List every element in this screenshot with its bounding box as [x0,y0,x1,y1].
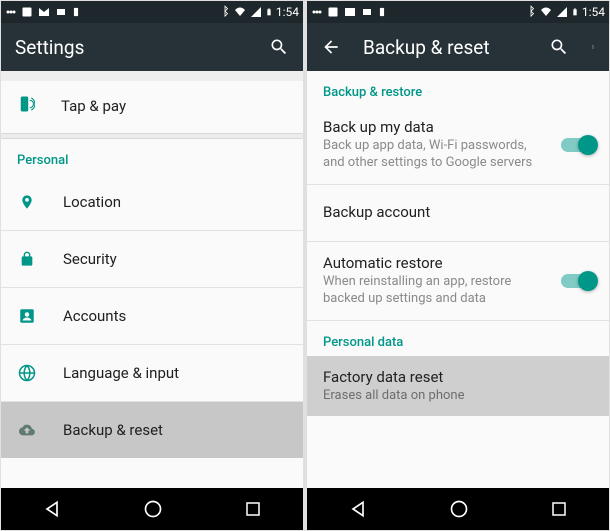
label: Accounts [63,307,126,325]
page-title: Settings [15,36,247,59]
back-arrow-icon[interactable] [321,37,341,57]
home-button[interactable] [143,499,163,519]
tap-pay-icon [17,95,35,117]
signal-icon [556,6,568,18]
phone-icon [377,5,387,19]
section-personal: Personal [1,139,303,174]
sublabel: Erases all data on phone [323,388,520,405]
label: Backup account [323,203,430,221]
notif-icon [311,6,323,18]
overflow-icon[interactable] [591,38,595,56]
status-time: 1:54 [276,5,299,19]
notif-icon [5,6,17,18]
settings-screen: 1:54 Settings Tap & pay Personal Locatio… [1,1,303,530]
label: Backup & reset [63,421,163,439]
globe-icon [17,364,37,382]
backup-icon [17,422,37,438]
gmail-icon [361,6,373,18]
battery-icon [265,5,273,19]
nav-bar [1,488,303,530]
list-item-backup-reset[interactable]: Backup & reset [1,402,303,458]
label: Factory data reset [323,368,443,386]
section-personal-data: Personal data [307,321,609,356]
backup-data-switch[interactable] [561,138,595,152]
image-icon [327,6,339,18]
lock-icon [17,249,37,269]
battery-icon [571,5,579,19]
phone-icon [71,5,81,19]
home-button[interactable] [449,499,469,519]
section-backup-restore: Backup & restore [307,71,609,106]
auto-restore-switch[interactable] [561,274,595,288]
label: Security [63,250,117,268]
recents-button[interactable] [244,500,262,518]
list-item-tap-pay[interactable]: Tap & pay [1,81,303,131]
item-auto-restore[interactable]: Automatic restore When reinstalling an a… [307,242,609,320]
list-item-language[interactable]: Language & input [1,345,303,401]
item-factory-reset[interactable]: Factory data reset Erases all data on ph… [307,356,609,417]
backup-reset-screen: 1:54 Backup & reset Backup & restore Bac… [307,1,609,530]
accounts-icon [17,307,37,325]
label: Back up my data [323,118,434,136]
label: Location [63,193,121,211]
status-bar: 1:54 [1,1,303,23]
list-item-accounts[interactable]: Accounts [1,288,303,344]
list-item-security[interactable]: Security [1,231,303,287]
settings-list: Tap & pay Personal Location Security Acc… [1,71,303,488]
recents-button[interactable] [550,500,568,518]
nav-bar [307,488,609,530]
label: Language & input [63,364,179,382]
backup-list: Backup & restore Back up my data Back up… [307,71,609,488]
sublabel: Back up app data, Wi-Fi passwords, and o… [323,138,593,172]
status-time: 1:54 [582,5,605,19]
item-backup-data[interactable]: Back up my data Back up app data, Wi-Fi … [307,106,609,184]
bluetooth-icon [526,5,536,19]
label: Tap & pay [61,97,126,115]
search-icon[interactable] [269,37,289,57]
mail-icon [37,6,51,18]
app-bar: Backup & reset [307,23,609,71]
label: Automatic restore [323,254,443,272]
search-icon[interactable] [549,37,569,57]
wifi-icon [233,6,247,18]
bluetooth-icon [220,5,230,19]
back-button[interactable] [42,499,62,519]
signal-icon [250,6,262,18]
list-item-location[interactable]: Location [1,174,303,230]
image-icon [21,6,33,18]
wifi-icon [539,6,553,18]
page-title: Backup & reset [363,36,527,59]
location-icon [17,192,37,212]
status-bar: 1:54 [307,1,609,23]
app-bar: Settings [1,23,303,71]
item-backup-account[interactable]: Backup account [307,185,609,241]
back-button[interactable] [348,499,368,519]
mail-icon [343,6,357,18]
sublabel: When reinstalling an app, restore backed… [323,274,593,308]
gmail-icon [55,6,67,18]
